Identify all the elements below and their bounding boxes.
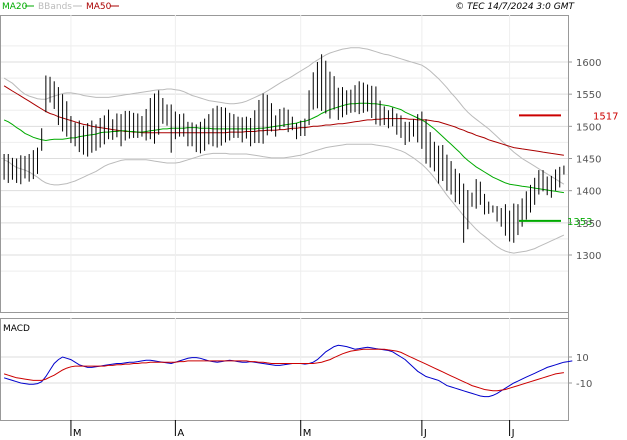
macd-ytick-label-10: 10 — [576, 353, 589, 364]
month-label-J: J — [423, 428, 427, 439]
month-label-J: J — [511, 428, 515, 439]
legend-ma20-label: MA20 — [2, 2, 28, 12]
macd-panel-frame — [0, 318, 569, 421]
month-label-M: M — [73, 428, 82, 439]
callout-label-1517: 1517 — [593, 111, 618, 122]
copyright-timestamp: © TEC 14/7/2024 3:0 GMT — [455, 2, 575, 12]
month-axis: MAMJJ — [70, 420, 515, 439]
macd-panel-title: MACD — [3, 324, 30, 334]
price-ytick-label-1550: 1550 — [576, 90, 601, 101]
month-label-M: M — [303, 428, 312, 439]
price-ytick-label-1600: 1600 — [576, 58, 601, 69]
price-ytick-label-1350: 1350 — [576, 219, 601, 230]
price-ytick-label-1500: 1500 — [576, 122, 601, 133]
legend: MA20 BBands MA50 — [2, 2, 119, 12]
stock-chart: 15171353 1600155015001450140013501300 10… — [0, 2, 618, 439]
price-y-axis: 1600 1550 1500 1450 1400 1350 1300 — [568, 58, 601, 262]
legend-bbands-label: BBands — [38, 2, 72, 12]
price-ytick-label-1450: 1450 — [576, 155, 601, 166]
legend-ma50-label: MA50 — [86, 2, 112, 12]
macd-ytick-label--10: -10 — [576, 379, 592, 390]
price-ytick-label-1400: 1400 — [576, 187, 601, 198]
price-ytick-label-1300: 1300 — [576, 251, 601, 262]
month-label-A: A — [177, 428, 184, 439]
price-panel-frame — [0, 15, 569, 313]
macd-y-axis: 10 -10 — [568, 353, 592, 390]
